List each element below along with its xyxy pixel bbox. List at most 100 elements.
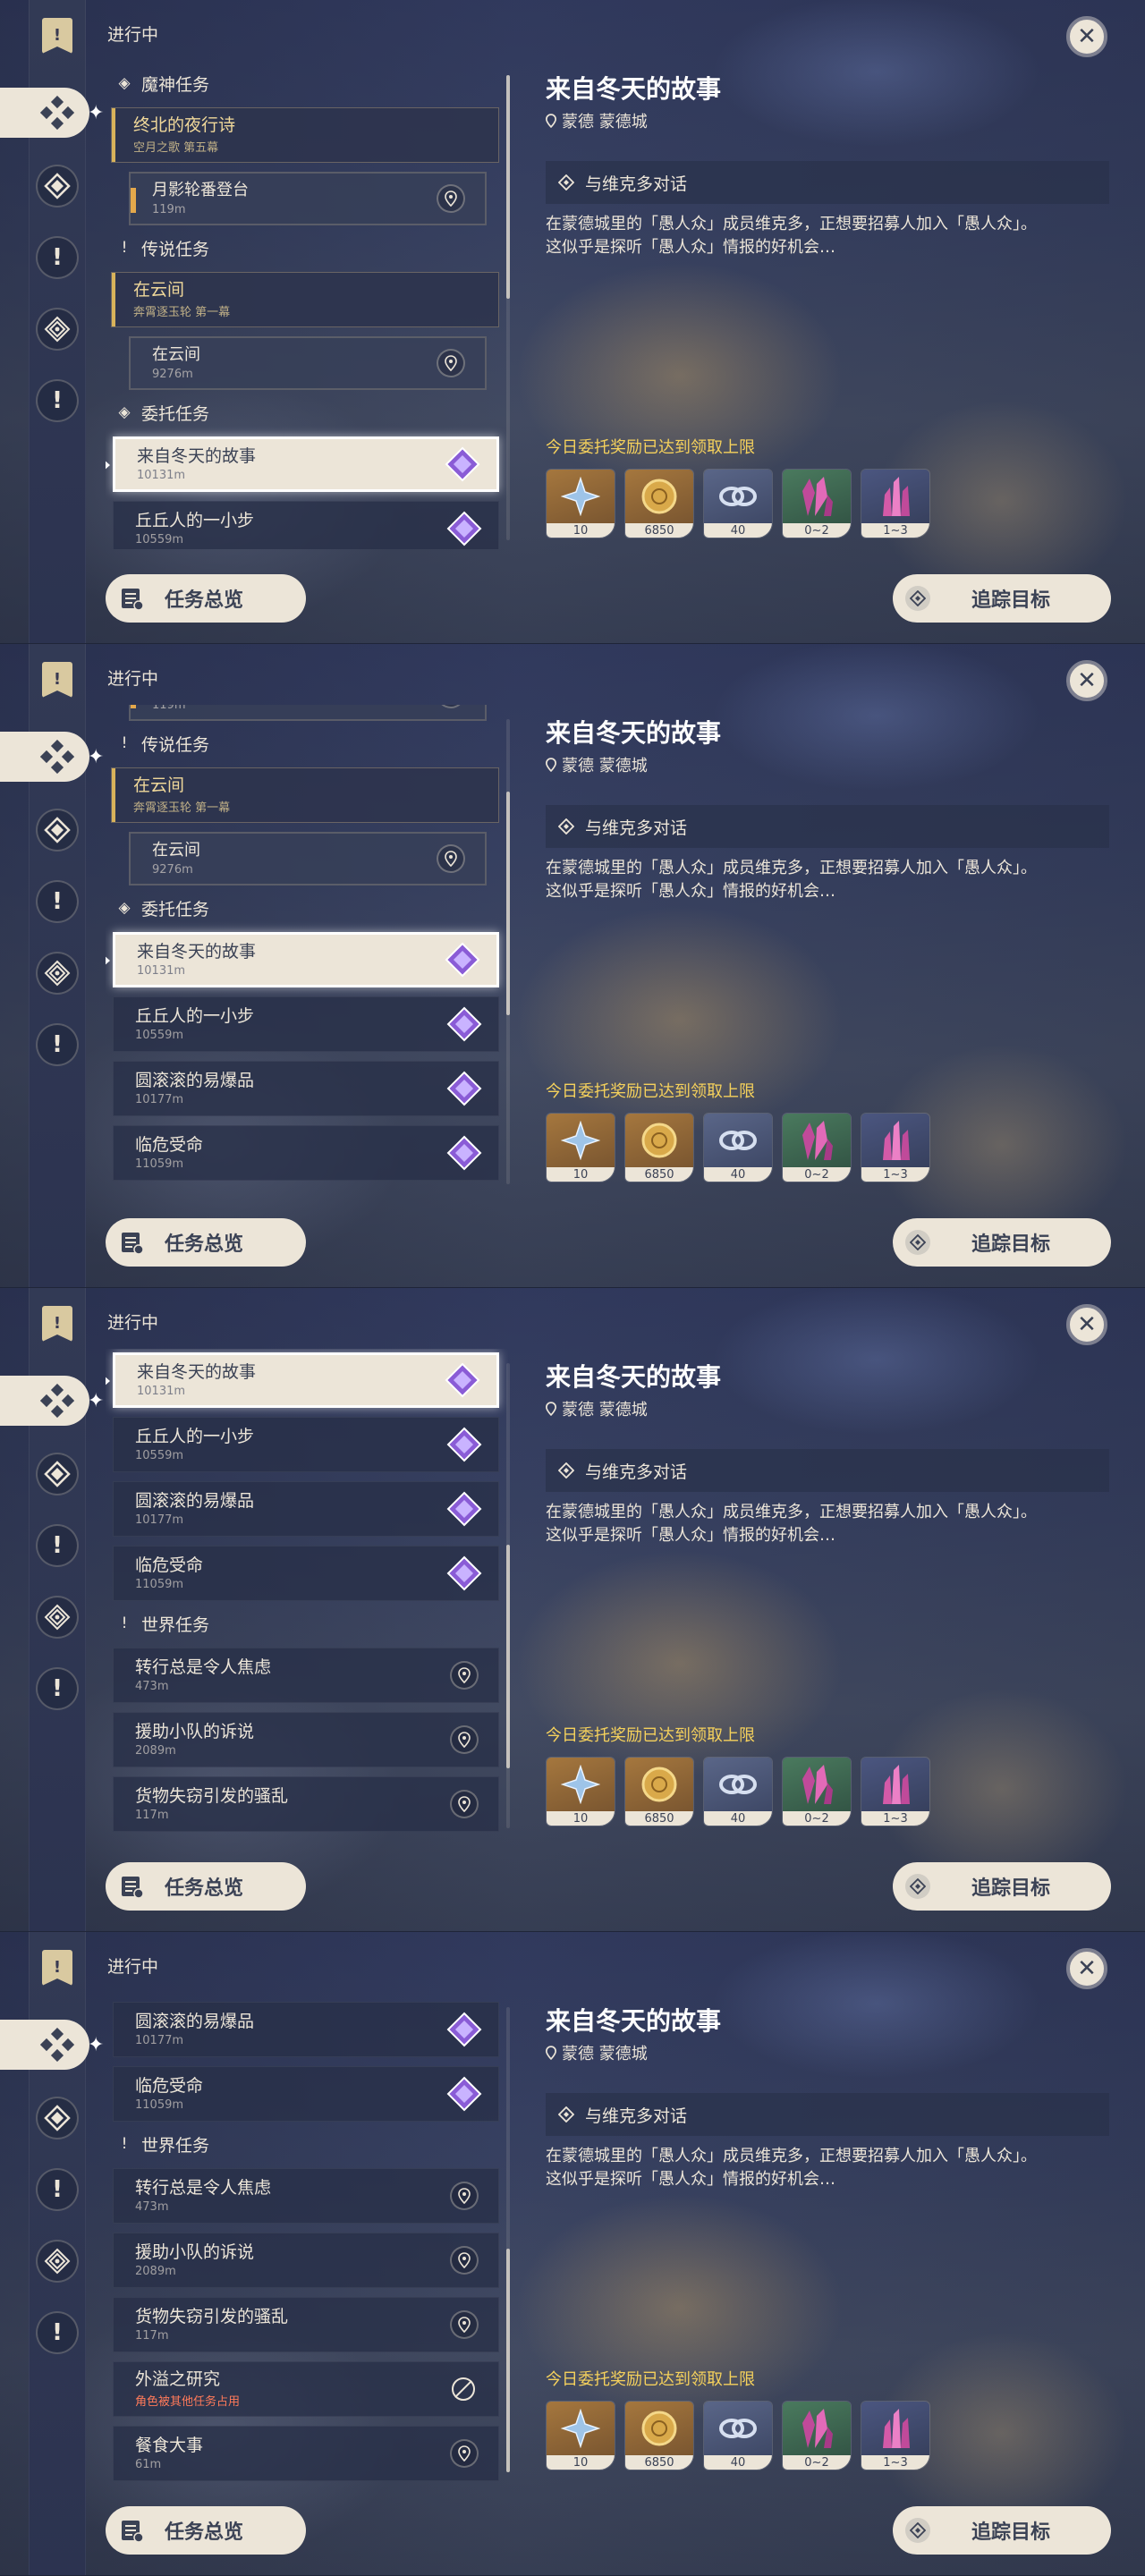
- quest-list[interactable]: ◈魔神任务 终北的夜行诗 空月之歌 第五幕 月影轮番登台 119m !传说任务 …: [106, 61, 508, 549]
- reward-friendship-exp[interactable]: 40: [703, 469, 773, 538]
- quest-list-scrollbar[interactable]: [506, 1363, 510, 1828]
- track-objective-button[interactable]: 追踪目标: [893, 574, 1111, 623]
- quest-subitem[interactable]: 月影轮番登台 119m: [129, 172, 487, 225]
- reward-friendship-exp[interactable]: 40: [703, 1757, 773, 1826]
- rail-tab-world[interactable]: !: [36, 2311, 79, 2354]
- quest-item[interactable]: 圆滚滚的易爆品 10177m: [113, 2002, 499, 2057]
- quest-list[interactable]: ◈魔神任务 终北的夜行诗 空月之歌 第五幕 月影轮番登台 119m !传说任务 …: [106, 705, 508, 1193]
- close-button[interactable]: ✕: [1066, 1304, 1107, 1345]
- quest-objective: 与维克多对话: [546, 161, 1109, 204]
- quest-item[interactable]: 援助小队的诉说 2089m: [113, 2233, 499, 2288]
- rail-tab-story[interactable]: !: [36, 236, 79, 279]
- rail-tab-story[interactable]: !: [36, 880, 79, 923]
- location-pin-icon[interactable]: [450, 2439, 479, 2468]
- track-objective-button[interactable]: 追踪目标: [893, 1862, 1111, 1911]
- reward-mora[interactable]: 6850: [624, 1757, 694, 1826]
- reward-adventure-exp[interactable]: 10: [546, 1757, 615, 1826]
- description-line: 在蒙德城里的「愚人众」成员维克多，正想要招募人加入「愚人众」。: [546, 2147, 1037, 2165]
- quest-item[interactable]: 转行总是令人焦虑 473m: [113, 1648, 499, 1703]
- reward-crystal-cluster[interactable]: 1~3: [861, 2401, 930, 2470]
- reward-friendship-exp[interactable]: 40: [703, 2401, 773, 2470]
- reward-mora[interactable]: 6850: [624, 469, 694, 538]
- reward-crystal-chunk[interactable]: 0~2: [782, 1757, 852, 1826]
- reward-crystal-cluster[interactable]: 1~3: [861, 1757, 930, 1826]
- rail-tab-world[interactable]: !: [36, 1667, 79, 1710]
- location-pin-icon[interactable]: [450, 2310, 479, 2339]
- rail-tab-commission[interactable]: [36, 952, 79, 995]
- quest-overview-button[interactable]: 任务总览: [106, 2506, 306, 2555]
- track-objective-button[interactable]: 追踪目标: [893, 2506, 1111, 2555]
- reward-crystal-cluster[interactable]: 1~3: [861, 469, 930, 538]
- quest-item-selected[interactable]: 来自冬天的故事 10131m: [106, 1352, 499, 1408]
- close-button[interactable]: ✕: [1066, 1948, 1107, 1989]
- rail-tab-archon[interactable]: [36, 1453, 79, 1496]
- quest-overview-button[interactable]: 任务总览: [106, 1218, 306, 1267]
- reward-mora[interactable]: 6850: [624, 1113, 694, 1182]
- rail-tab-commission[interactable]: [36, 2240, 79, 2283]
- rail-tab-commission[interactable]: [36, 308, 79, 351]
- quest-item[interactable]: 圆滚滚的易爆品 10177m: [113, 1481, 499, 1537]
- quest-item[interactable]: 丘丘人的一小步 10559m: [113, 501, 499, 549]
- rail-tab-archon[interactable]: [36, 165, 79, 208]
- scrollbar-thumb[interactable]: [506, 2249, 510, 2472]
- rail-tab-story[interactable]: !: [36, 1524, 79, 1567]
- reward-adventure-exp[interactable]: 10: [546, 2401, 615, 2470]
- quest-item-archon[interactable]: 终北的夜行诗 空月之歌 第五幕: [111, 107, 499, 163]
- location-pin-icon[interactable]: [437, 184, 465, 213]
- quest-overview-button[interactable]: 任务总览: [106, 574, 306, 623]
- quest-item[interactable]: 外溢之研究 角色被其他任务占用: [113, 2361, 499, 2417]
- quest-item[interactable]: 转行总是令人焦虑 473m: [113, 2168, 499, 2224]
- quest-list-scrollbar[interactable]: [506, 719, 510, 1184]
- quest-subitem[interactable]: 月影轮番登台 119m: [129, 705, 487, 721]
- rail-tab-story[interactable]: !: [36, 2168, 79, 2211]
- quest-item[interactable]: 临危受命 11059m: [113, 2066, 499, 2122]
- close-button[interactable]: ✕: [1066, 16, 1107, 57]
- quest-item-selected[interactable]: 来自冬天的故事 10131m: [106, 932, 499, 987]
- location-pin-icon[interactable]: [450, 1725, 479, 1754]
- quest-item-legend[interactable]: 在云间 奔霄逐玉轮 第一幕: [111, 767, 499, 823]
- legend-exclaim-icon: !: [121, 239, 128, 257]
- scrollbar-thumb[interactable]: [506, 792, 510, 1015]
- reward-crystal-chunk[interactable]: 0~2: [782, 1113, 852, 1182]
- quest-item[interactable]: 临危受命 11059m: [113, 1125, 499, 1181]
- quest-item[interactable]: 餐食大事 61m: [113, 2426, 499, 2481]
- location-pin-icon[interactable]: [437, 349, 465, 377]
- location-pin-icon[interactable]: [437, 844, 465, 873]
- location-pin-icon[interactable]: [450, 2182, 479, 2210]
- quest-item[interactable]: 货物失窃引发的骚乱 117m: [113, 2297, 499, 2352]
- quest-item-selected[interactable]: 来自冬天的故事 10131m: [106, 436, 499, 492]
- reward-mora[interactable]: 6850: [624, 2401, 694, 2470]
- close-button[interactable]: ✕: [1066, 660, 1107, 701]
- quest-item[interactable]: 丘丘人的一小步 10559m: [113, 996, 499, 1052]
- reward-adventure-exp[interactable]: 10: [546, 469, 615, 538]
- rail-tab-world[interactable]: !: [36, 379, 79, 422]
- quest-overview-button[interactable]: 任务总览: [106, 1862, 306, 1911]
- location-pin-icon[interactable]: [450, 1661, 479, 1690]
- reward-adventure-exp[interactable]: 10: [546, 1113, 615, 1182]
- quest-item[interactable]: 援助小队的诉说 2089m: [113, 1712, 499, 1767]
- quest-item[interactable]: 临危受命 11059m: [113, 1546, 499, 1601]
- quest-list-scrollbar[interactable]: [506, 75, 510, 540]
- location-pin-icon[interactable]: [450, 2246, 479, 2275]
- scrollbar-thumb[interactable]: [506, 1545, 510, 1768]
- quest-list[interactable]: ◈魔神任务 终北的夜行诗 空月之歌 第五幕 月影轮番登台 119m !传说任务 …: [106, 1993, 508, 2481]
- scrollbar-thumb[interactable]: [506, 75, 510, 299]
- quest-list[interactable]: ◈魔神任务 终北的夜行诗 空月之歌 第五幕 月影轮番登台 119m !传说任务 …: [106, 1349, 508, 1837]
- quest-subitem[interactable]: 在云间 9276m: [129, 336, 487, 390]
- rail-tab-world[interactable]: !: [36, 1023, 79, 1066]
- location-pin-icon[interactable]: [450, 1790, 479, 1818]
- rail-tab-archon[interactable]: [36, 2097, 79, 2140]
- quest-subitem[interactable]: 在云间 9276m: [129, 832, 487, 886]
- track-objective-button[interactable]: 追踪目标: [893, 1218, 1111, 1267]
- reward-crystal-cluster[interactable]: 1~3: [861, 1113, 930, 1182]
- reward-friendship-exp[interactable]: 40: [703, 1113, 773, 1182]
- quest-item[interactable]: 货物失窃引发的骚乱 117m: [113, 1776, 499, 1832]
- reward-crystal-chunk[interactable]: 0~2: [782, 2401, 852, 2470]
- quest-item[interactable]: 丘丘人的一小步 10559m: [113, 1417, 499, 1472]
- quest-list-scrollbar[interactable]: [506, 2007, 510, 2472]
- rail-tab-commission[interactable]: [36, 1596, 79, 1639]
- quest-item[interactable]: 圆滚滚的易爆品 10177m: [113, 1061, 499, 1116]
- reward-crystal-chunk[interactable]: 0~2: [782, 469, 852, 538]
- rail-tab-archon[interactable]: [36, 809, 79, 852]
- quest-item-legend[interactable]: 在云间 奔霄逐玉轮 第一幕: [111, 272, 499, 327]
